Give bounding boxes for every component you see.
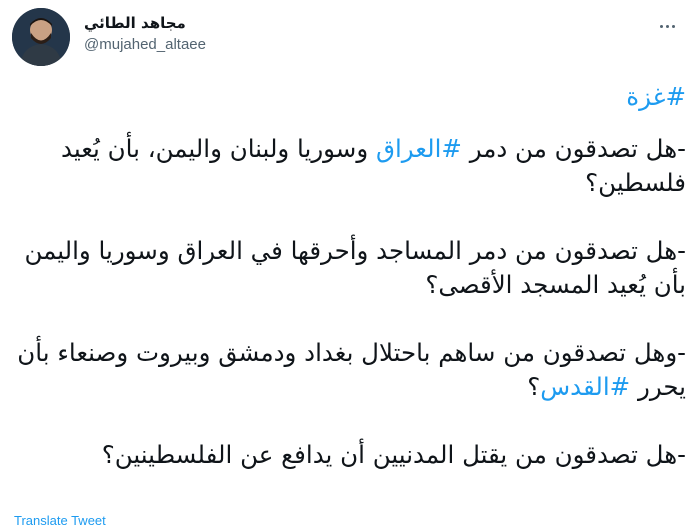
user-handle[interactable]: @mujahed_altaee (84, 36, 206, 53)
tweet-paragraph-4: -هل تصدقون من يقتل المدنيين أن يدافع عن … (101, 440, 686, 469)
hashtag-quds-link[interactable]: #القدس (540, 372, 630, 401)
avatar[interactable] (12, 8, 70, 66)
profile-photo-icon (12, 8, 70, 66)
tweet-paragraph-1: -هل تصدقون من دمر #العراق وسوريا ولبنان … (10, 132, 686, 200)
tweet-text: #غزة -هل تصدقون من دمر #العراق وسوريا ول… (10, 80, 686, 506)
paragraph-3-suffix: ؟ (527, 372, 541, 401)
tweet-paragraph-3: -وهل تصدقون من ساهم باحتلال بغداد ودمشق … (10, 336, 686, 404)
tweet-header: مجاهد الطائي @mujahed_altaee (12, 8, 688, 68)
display-name[interactable]: مجاهد الطائي (84, 14, 206, 32)
more-horizontal-icon (665, 24, 669, 28)
hashtag-gaza-link[interactable]: #غزة (626, 82, 686, 111)
tweet-paragraph-2: -هل تصدقون من دمر المساجد وأحرقها في الع… (24, 236, 686, 299)
author-names: مجاهد الطائي @mujahed_altaee (84, 14, 206, 53)
tweet-hashtag-line: #غزة (10, 80, 686, 114)
paragraph-1-prefix: -هل تصدقون من دمر (461, 134, 686, 163)
translate-tweet-link[interactable]: Translate Tweet (14, 513, 106, 528)
more-horizontal-icon (659, 24, 663, 28)
more-options-button[interactable] (652, 16, 682, 36)
more-horizontal-icon (671, 24, 675, 28)
hashtag-iraq-link[interactable]: #العراق (376, 134, 462, 163)
